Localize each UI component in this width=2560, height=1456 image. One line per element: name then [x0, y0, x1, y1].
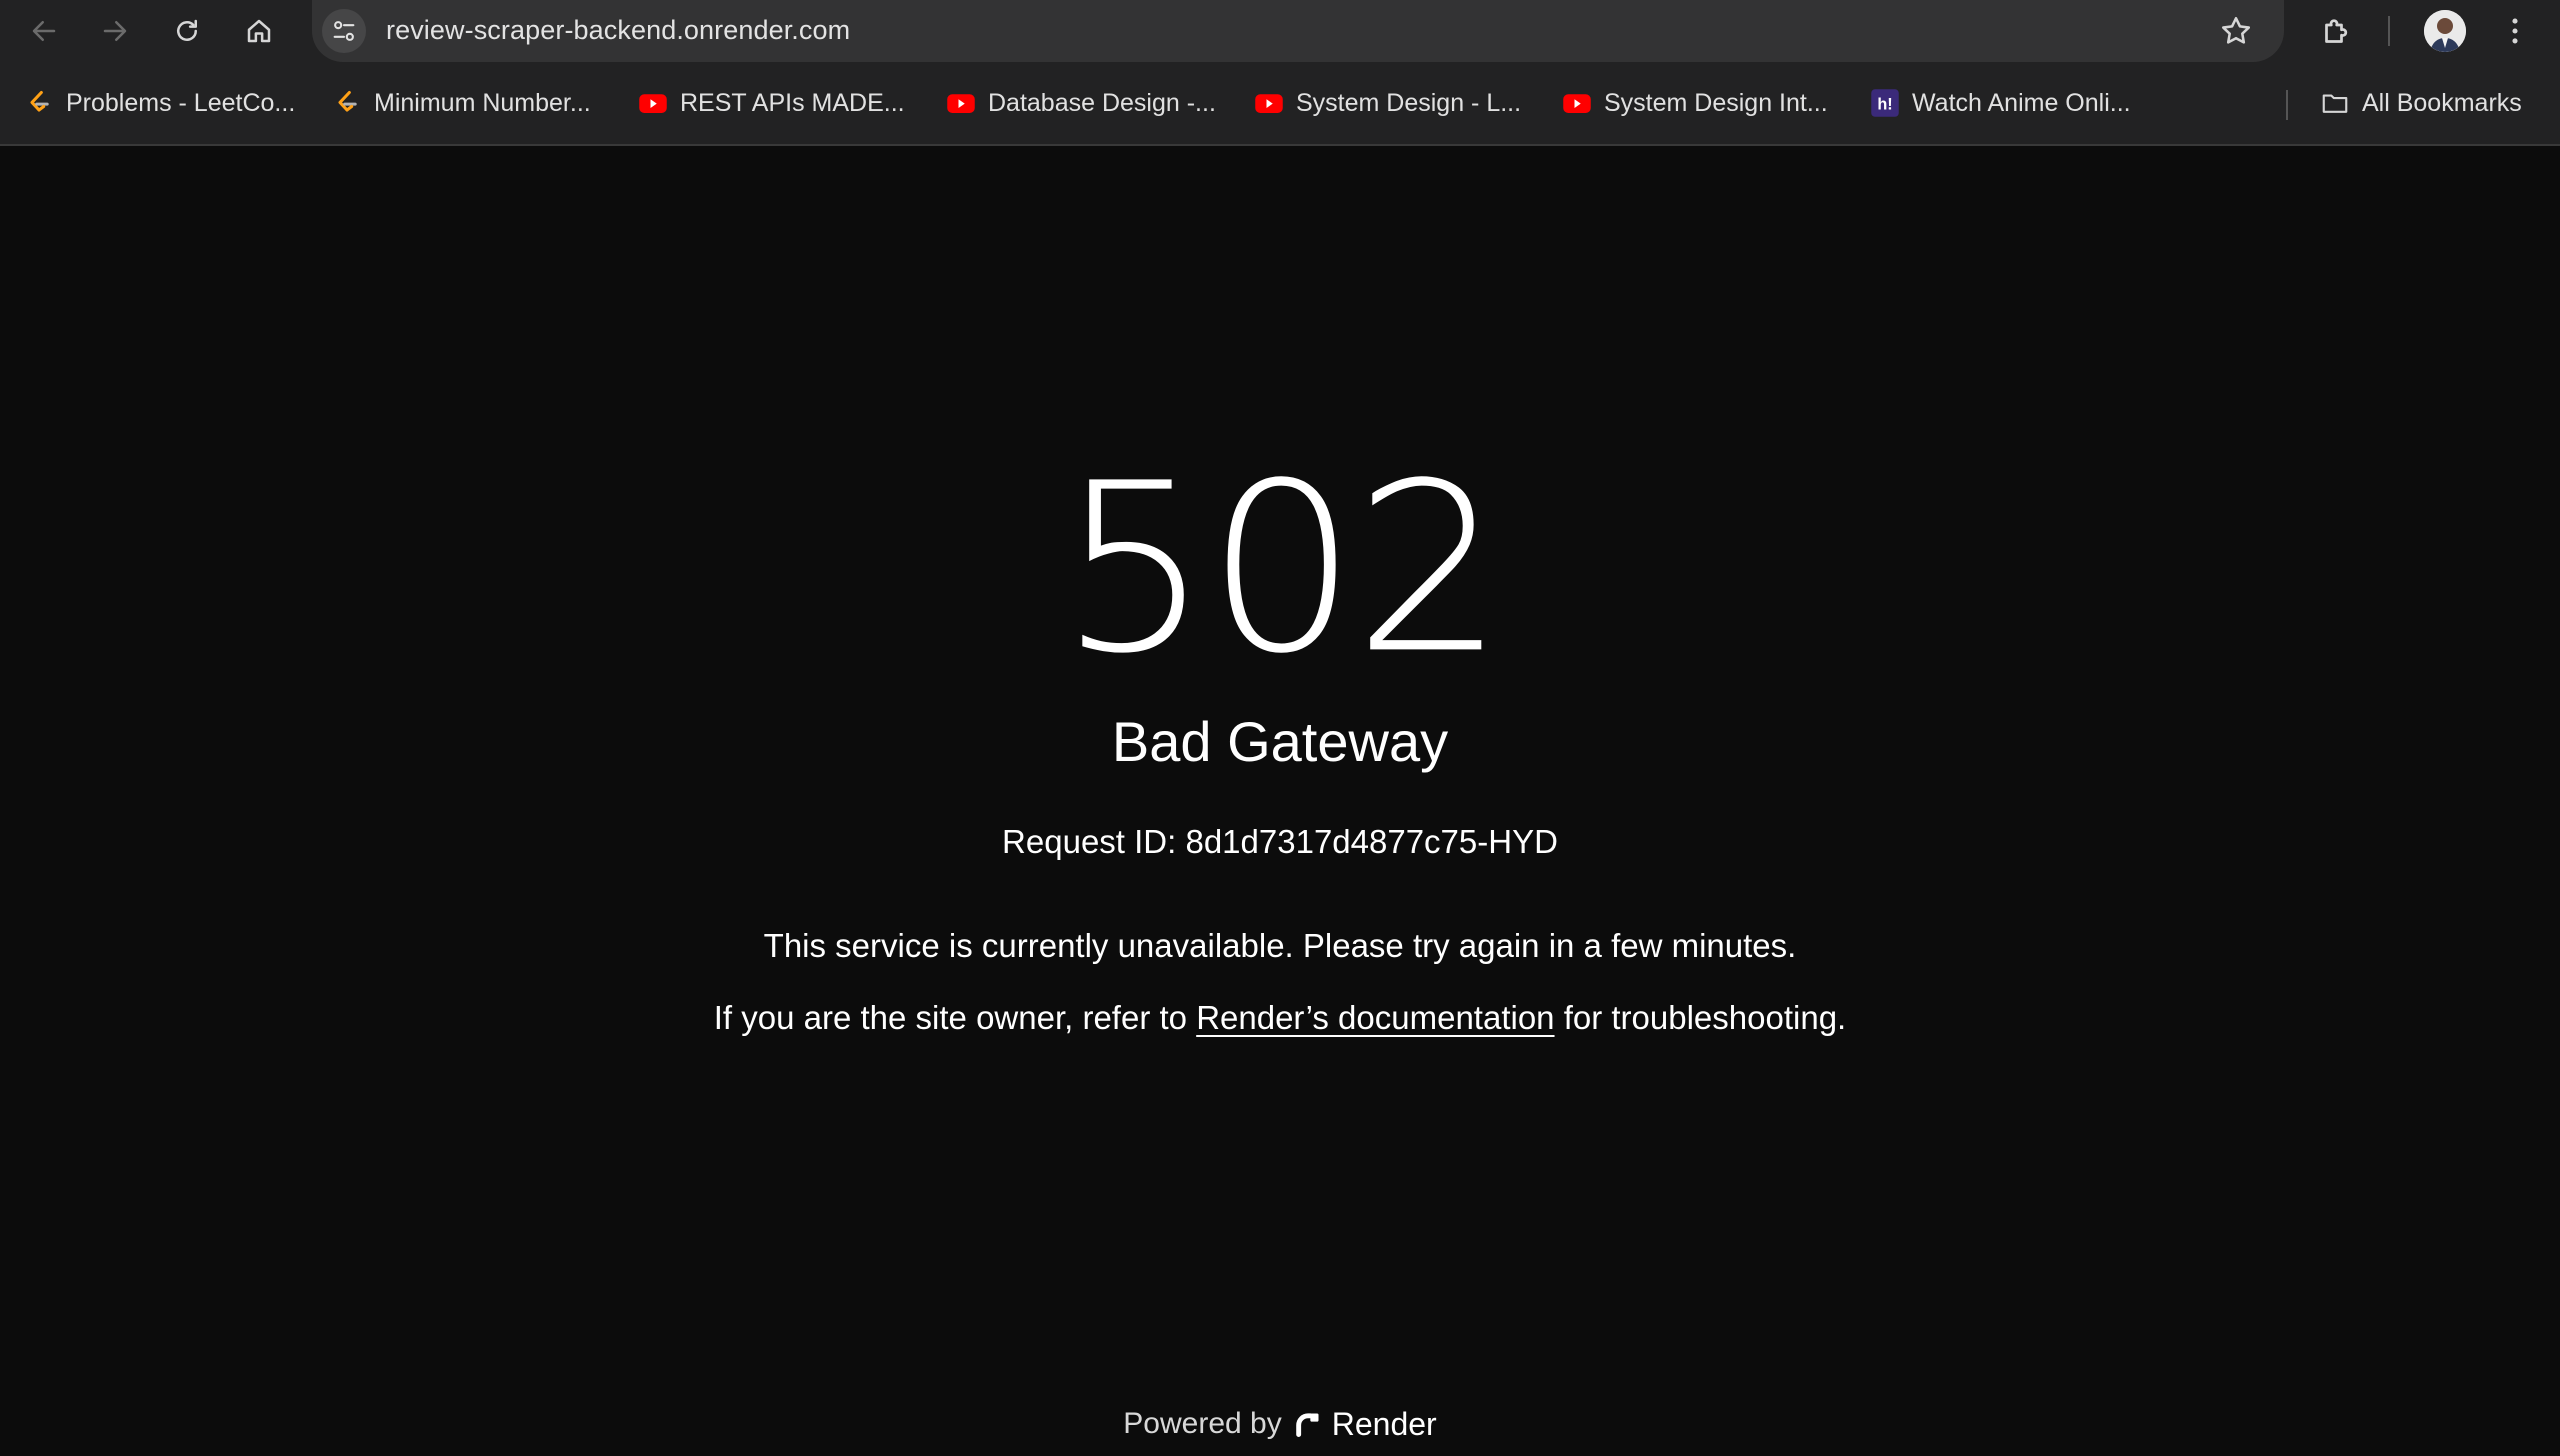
folder-icon — [2320, 88, 2350, 118]
render-docs-link[interactable]: Render’s documentation — [1196, 999, 1554, 1036]
arrow-left-icon — [32, 21, 56, 41]
profile-avatar[interactable] — [2424, 10, 2466, 52]
svg-text:h!: h! — [1877, 95, 1892, 113]
youtube-icon — [946, 88, 976, 118]
hianime-icon: h! — [1870, 88, 1900, 118]
bookmarks-divider — [2286, 90, 2288, 120]
request-id-label: Request ID: — [1002, 823, 1177, 860]
bookmarks-bar: Problems - LeetCo... Minimum Number... R… — [0, 62, 2560, 146]
more-vertical-icon — [2512, 18, 2518, 44]
toolbar-divider — [2388, 16, 2390, 46]
powered-by-footer: Powered by Render — [0, 1404, 2560, 1444]
avatar-image-icon — [2424, 10, 2466, 52]
youtube-icon — [1562, 88, 1592, 118]
request-id: Request ID: 8d1d7317d4877c75-HYD — [0, 820, 2560, 864]
render-brand-text: Render — [1331, 1406, 1437, 1442]
bookmark-label: Database Design -... — [988, 88, 1216, 117]
arrow-right-icon — [103, 21, 127, 41]
error-title: Bad Gateway — [1111, 710, 1449, 773]
home-button[interactable] — [236, 8, 282, 54]
bookmark-item[interactable]: System Design - L... — [1254, 86, 1521, 120]
site-info-button[interactable] — [322, 9, 366, 53]
reload-icon — [177, 19, 197, 41]
render-brand-link[interactable]: Render — [1294, 1404, 1437, 1444]
puzzle-icon — [2325, 19, 2348, 43]
reload-button[interactable] — [164, 8, 210, 54]
bookmark-label: REST APIs MADE... — [680, 88, 905, 117]
bookmark-item[interactable]: Problems - LeetCo... — [24, 86, 295, 120]
extensions-button[interactable] — [2316, 10, 2358, 52]
request-id-value: 8d1d7317d4877c75-HYD — [1185, 823, 1558, 860]
bookmark-star-icon[interactable] — [2218, 13, 2254, 49]
owner-help-text: If you are the site owner, refer to Rend… — [0, 996, 2560, 1040]
address-bar[interactable]: review-scraper-backend.onrender.com — [312, 0, 2284, 62]
bookmark-item[interactable]: Database Design -... — [946, 86, 1216, 120]
youtube-icon — [1254, 88, 1284, 118]
browser-toolbar: review-scraper-backend.onrender.com — [0, 0, 2560, 62]
bookmark-item[interactable]: h! Watch Anime Onli... — [1870, 86, 2131, 120]
all-bookmarks-button[interactable]: All Bookmarks — [2320, 86, 2522, 120]
bookmark-label: System Design Int... — [1604, 88, 1828, 117]
url-text[interactable]: review-scraper-backend.onrender.com — [386, 15, 850, 46]
powered-by-text: Powered by — [1123, 1407, 1282, 1440]
home-icon — [247, 19, 271, 43]
leetcode-icon — [24, 88, 54, 118]
render-logo-icon — [1295, 1413, 1319, 1437]
browser-menu-button[interactable] — [2494, 10, 2536, 52]
bookmark-label: Minimum Number... — [374, 88, 591, 117]
bookmark-item[interactable]: Minimum Number... — [332, 86, 591, 120]
owner-help-prefix: If you are the site owner, refer to — [713, 999, 1188, 1036]
forward-button[interactable] — [92, 8, 138, 54]
owner-help-suffix: for troubleshooting. — [1563, 999, 1847, 1036]
leetcode-icon — [332, 88, 362, 118]
bookmark-label: Watch Anime Onli... — [1912, 88, 2131, 117]
youtube-icon — [638, 88, 668, 118]
error-code: 502 — [1058, 433, 1505, 706]
all-bookmarks-label: All Bookmarks — [2362, 88, 2522, 117]
error-message: This service is currently unavailable. P… — [763, 927, 1797, 964]
bookmark-item[interactable]: System Design Int... — [1562, 86, 1828, 120]
back-button[interactable] — [21, 8, 67, 54]
bookmark-label: Problems - LeetCo... — [66, 88, 296, 117]
bookmark-label: System Design - L... — [1296, 88, 1522, 117]
tune-icon — [333, 21, 355, 41]
bookmark-item[interactable]: REST APIs MADE... — [638, 86, 905, 120]
